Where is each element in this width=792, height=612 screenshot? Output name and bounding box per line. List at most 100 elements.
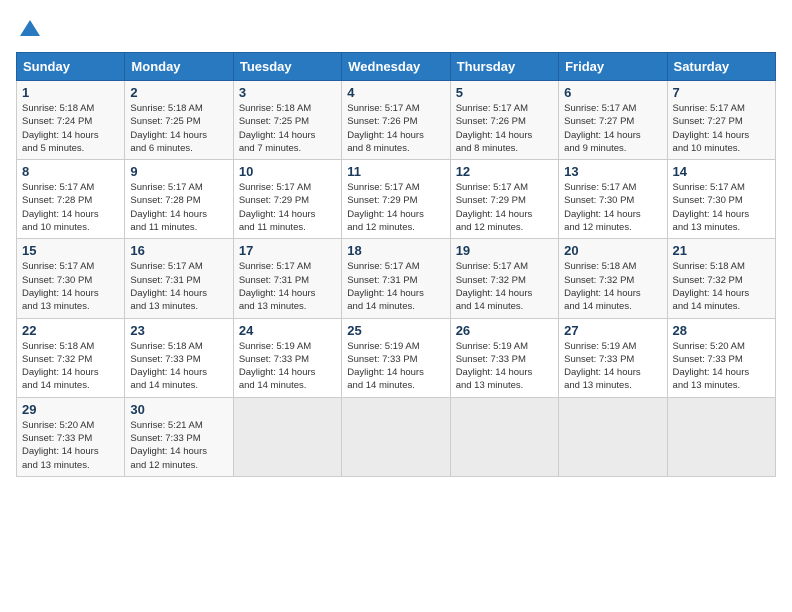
weekday-header-friday: Friday: [559, 53, 667, 81]
calendar-cell: 16 Sunrise: 5:17 AM Sunset: 7:31 PM Dayli…: [125, 239, 233, 318]
day-number: 25: [347, 323, 444, 338]
calendar-cell: [559, 397, 667, 476]
calendar-cell: 26Sunrise: 5:19 AM Sunset: 7:33 PM Dayli…: [450, 318, 558, 397]
day-info: Sunrise: 5:17 AM Sunset: 7:27 PM Dayligh…: [564, 102, 661, 155]
calendar-cell: 17 Sunrise: 5:17 AM Sunset: 7:31 PM Dayli…: [233, 239, 341, 318]
day-number: 12: [456, 164, 553, 179]
day-info: Sunrise: 5:17 AM Sunset: 7:27 PM Dayligh…: [673, 102, 770, 155]
day-info: Sunrise: 5:18 AM Sunset: 7:25 PM Dayligh…: [239, 102, 336, 155]
day-number: 22: [22, 323, 119, 338]
weekday-header-sunday: Sunday: [17, 53, 125, 81]
calendar-cell: 3Sunrise: 5:18 AM Sunset: 7:25 PM Daylig…: [233, 81, 341, 160]
calendar-cell: 18 Sunrise: 5:17 AM Sunset: 7:31 PM Dayli…: [342, 239, 450, 318]
header: [16, 16, 776, 44]
day-info: Sunrise: 5:18 AM Sunset: 7:25 PM Dayligh…: [130, 102, 227, 155]
calendar-cell: 13 Sunrise: 5:17 AM Sunset: 7:30 PM Dayli…: [559, 160, 667, 239]
day-info: Sunrise: 5:17 AM Sunset: 7:31 PM Dayligh…: [239, 260, 336, 313]
day-info: Sunrise: 5:17 AM Sunset: 7:30 PM Dayligh…: [673, 181, 770, 234]
day-info: Sunrise: 5:17 AM Sunset: 7:28 PM Dayligh…: [130, 181, 227, 234]
day-number: 28: [673, 323, 770, 338]
calendar-cell: 21 Sunrise: 5:18 AM Sunset: 7:32 PM Dayli…: [667, 239, 775, 318]
weekday-header-thursday: Thursday: [450, 53, 558, 81]
calendar-cell: 15 Sunrise: 5:17 AM Sunset: 7:30 PM Dayli…: [17, 239, 125, 318]
day-number: 5: [456, 85, 553, 100]
weekday-header-saturday: Saturday: [667, 53, 775, 81]
day-info: Sunrise: 5:18 AM Sunset: 7:33 PM Dayligh…: [130, 340, 227, 393]
calendar-cell: 19 Sunrise: 5:17 AM Sunset: 7:32 PM Dayli…: [450, 239, 558, 318]
day-info: Sunrise: 5:18 AM Sunset: 7:32 PM Dayligh…: [22, 340, 119, 393]
day-number: 23: [130, 323, 227, 338]
day-info: Sunrise: 5:18 AM Sunset: 7:24 PM Dayligh…: [22, 102, 119, 155]
day-info: Sunrise: 5:17 AM Sunset: 7:31 PM Dayligh…: [347, 260, 444, 313]
calendar-table: SundayMondayTuesdayWednesdayThursdayFrid…: [16, 52, 776, 477]
calendar-cell: [342, 397, 450, 476]
day-info: Sunrise: 5:17 AM Sunset: 7:30 PM Dayligh…: [22, 260, 119, 313]
day-number: 21: [673, 243, 770, 258]
day-info: Sunrise: 5:17 AM Sunset: 7:28 PM Dayligh…: [22, 181, 119, 234]
day-info: Sunrise: 5:18 AM Sunset: 7:32 PM Dayligh…: [673, 260, 770, 313]
day-info: Sunrise: 5:18 AM Sunset: 7:32 PM Dayligh…: [564, 260, 661, 313]
day-number: 26: [456, 323, 553, 338]
calendar-cell: 12 Sunrise: 5:17 AM Sunset: 7:29 PM Dayli…: [450, 160, 558, 239]
calendar-cell: 9 Sunrise: 5:17 AM Sunset: 7:28 PM Daylig…: [125, 160, 233, 239]
calendar-cell: 30 Sunrise: 5:21 AM Sunset: 7:33 PM Dayli…: [125, 397, 233, 476]
day-number: 27: [564, 323, 661, 338]
calendar-cell: [667, 397, 775, 476]
day-info: Sunrise: 5:20 AM Sunset: 7:33 PM Dayligh…: [22, 419, 119, 472]
day-info: Sunrise: 5:17 AM Sunset: 7:26 PM Dayligh…: [456, 102, 553, 155]
logo: [16, 16, 48, 44]
day-info: Sunrise: 5:21 AM Sunset: 7:33 PM Dayligh…: [130, 419, 227, 472]
day-number: 20: [564, 243, 661, 258]
day-info: Sunrise: 5:17 AM Sunset: 7:26 PM Dayligh…: [347, 102, 444, 155]
calendar-cell: 28 Sunrise: 5:20 AM Sunset: 7:33 PM Dayli…: [667, 318, 775, 397]
day-number: 4: [347, 85, 444, 100]
calendar-cell: 5 Sunrise: 5:17 AM Sunset: 7:26 PM Daylig…: [450, 81, 558, 160]
day-number: 19: [456, 243, 553, 258]
calendar-cell: 29 Sunrise: 5:20 AM Sunset: 7:33 PM Dayli…: [17, 397, 125, 476]
day-info: Sunrise: 5:19 AM Sunset: 7:33 PM Dayligh…: [347, 340, 444, 393]
calendar-cell: 20 Sunrise: 5:18 AM Sunset: 7:32 PM Dayli…: [559, 239, 667, 318]
day-number: 1: [22, 85, 119, 100]
day-info: Sunrise: 5:17 AM Sunset: 7:31 PM Dayligh…: [130, 260, 227, 313]
day-number: 11: [347, 164, 444, 179]
day-info: Sunrise: 5:17 AM Sunset: 7:29 PM Dayligh…: [239, 181, 336, 234]
logo-icon: [16, 16, 44, 44]
calendar-cell: 25 Sunrise: 5:19 AM Sunset: 7:33 PM Dayli…: [342, 318, 450, 397]
weekday-header-wednesday: Wednesday: [342, 53, 450, 81]
day-number: 24: [239, 323, 336, 338]
day-number: 18: [347, 243, 444, 258]
calendar-cell: 7 Sunrise: 5:17 AM Sunset: 7:27 PM Daylig…: [667, 81, 775, 160]
day-number: 30: [130, 402, 227, 417]
day-info: Sunrise: 5:19 AM Sunset: 7:33 PM Dayligh…: [239, 340, 336, 393]
day-info: Sunrise: 5:17 AM Sunset: 7:32 PM Dayligh…: [456, 260, 553, 313]
day-info: Sunrise: 5:20 AM Sunset: 7:33 PM Dayligh…: [673, 340, 770, 393]
calendar-cell: 1 Sunrise: 5:18 AM Sunset: 7:24 PM Daylig…: [17, 81, 125, 160]
day-info: Sunrise: 5:17 AM Sunset: 7:30 PM Dayligh…: [564, 181, 661, 234]
day-info: Sunrise: 5:19 AM Sunset: 7:33 PM Dayligh…: [564, 340, 661, 393]
day-number: 17: [239, 243, 336, 258]
day-number: 10: [239, 164, 336, 179]
day-number: 16: [130, 243, 227, 258]
calendar-cell: 8 Sunrise: 5:17 AM Sunset: 7:28 PM Daylig…: [17, 160, 125, 239]
day-number: 2: [130, 85, 227, 100]
calendar-cell: 24 Sunrise: 5:19 AM Sunset: 7:33 PM Dayli…: [233, 318, 341, 397]
calendar-cell: [233, 397, 341, 476]
day-info: Sunrise: 5:17 AM Sunset: 7:29 PM Dayligh…: [347, 181, 444, 234]
day-number: 7: [673, 85, 770, 100]
day-number: 9: [130, 164, 227, 179]
calendar-cell: 27 Sunrise: 5:19 AM Sunset: 7:33 PM Dayli…: [559, 318, 667, 397]
calendar-cell: 10 Sunrise: 5:17 AM Sunset: 7:29 PM Dayli…: [233, 160, 341, 239]
calendar-cell: [450, 397, 558, 476]
day-number: 13: [564, 164, 661, 179]
calendar-cell: 22 Sunrise: 5:18 AM Sunset: 7:32 PM Dayli…: [17, 318, 125, 397]
calendar-cell: 14 Sunrise: 5:17 AM Sunset: 7:30 PM Dayli…: [667, 160, 775, 239]
day-number: 14: [673, 164, 770, 179]
calendar-cell: 23 Sunrise: 5:18 AM Sunset: 7:33 PM Dayli…: [125, 318, 233, 397]
day-number: 29: [22, 402, 119, 417]
calendar-cell: 11 Sunrise: 5:17 AM Sunset: 7:29 PM Dayli…: [342, 160, 450, 239]
day-info: Sunrise: 5:17 AM Sunset: 7:29 PM Dayligh…: [456, 181, 553, 234]
day-number: 15: [22, 243, 119, 258]
day-number: 6: [564, 85, 661, 100]
day-number: 8: [22, 164, 119, 179]
calendar-cell: 6 Sunrise: 5:17 AM Sunset: 7:27 PM Daylig…: [559, 81, 667, 160]
